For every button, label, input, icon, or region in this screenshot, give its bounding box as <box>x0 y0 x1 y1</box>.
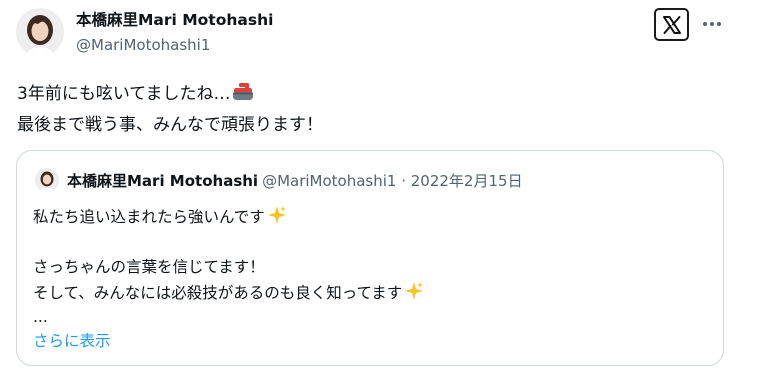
quoted-line-3-text: そして、みんなには必殺技があるのも良く知ってます <box>33 284 403 302</box>
quoted-author-avatar[interactable] <box>35 168 59 192</box>
quoted-line-1-text: 私たち追い込まれたら強いんです <box>33 208 265 226</box>
quoted-author-meta[interactable]: @MariMotohashi1 · 2022年2月15日 <box>262 172 523 190</box>
tweet-line-1-text: 3年前にも呟いてましたね… <box>17 84 231 104</box>
quoted-line-1: 私たち追い込まれたら強いんです <box>33 205 287 227</box>
quoted-tweet-card[interactable]: 本橋麻里Mari Motohashi @MariMotohashi1 · 2022… <box>16 150 724 366</box>
tweet-line-1: 3年前にも呟いてましたね… <box>17 80 727 111</box>
author-display-name[interactable]: 本橋麻里Mari Motohashi <box>76 9 273 31</box>
quoted-ellipsis: ... <box>33 308 48 326</box>
author-handle[interactable]: @MariMotohashi1 <box>76 34 273 56</box>
more-options-button[interactable] <box>700 16 724 32</box>
more-dots-icon <box>703 22 721 26</box>
author-avatar[interactable] <box>16 8 64 56</box>
tweet-text: 3年前にも呟いてましたね… 最後まで戦う事、みんなで頑張ります！ <box>17 80 727 139</box>
x-logo-button[interactable] <box>654 8 689 41</box>
quoted-author-display-name[interactable]: 本橋麻里Mari Motohashi <box>67 172 258 190</box>
quoted-line-3: そして、みんなには必殺技があるのも良く知ってます <box>33 281 424 303</box>
curling-stone-icon <box>231 82 255 111</box>
tweet-line-2: 最後まで戦う事、みんなで頑張ります！ <box>17 115 323 135</box>
show-more-link[interactable]: さらに表示 <box>33 330 111 352</box>
sparkles-icon <box>404 281 424 307</box>
tweet-card: 本橋麻里Mari Motohashi @MariMotohashi1 3年前にも… <box>0 0 766 388</box>
quoted-line-2: さっちゃんの言葉を信じてます！ <box>33 258 265 276</box>
quoted-header: 本橋麻里Mari Motohashi @MariMotohashi1 · 2022… <box>67 170 523 192</box>
author-block: 本橋麻里Mari Motohashi @MariMotohashi1 <box>76 9 273 56</box>
x-logo-icon <box>662 15 681 34</box>
sparkles-icon <box>267 205 287 231</box>
